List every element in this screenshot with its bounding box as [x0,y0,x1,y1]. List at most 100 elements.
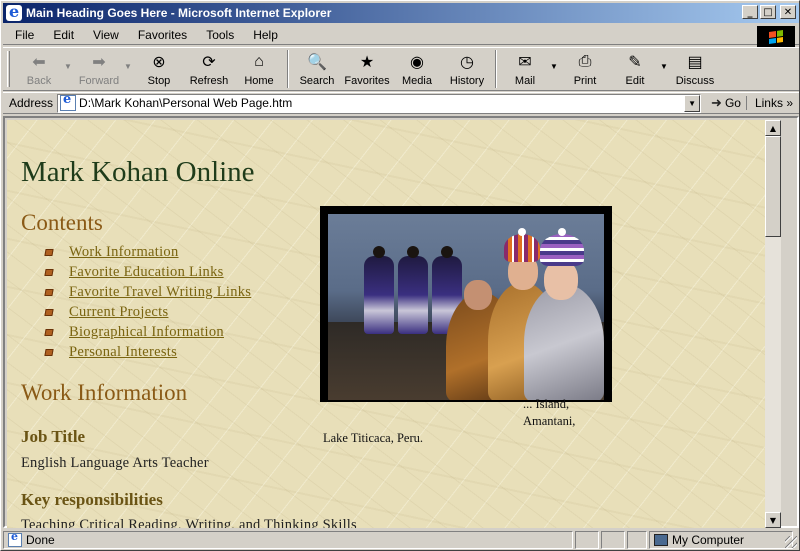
job-title-text: English Language Arts Teacher [21,455,209,471]
toolbar-separator [495,50,497,88]
title-bar: Main Heading Goes Here - Microsoft Inter… [3,2,799,23]
knit-hat [540,228,584,266]
stop-label: Stop [147,75,171,87]
mail-dropdown-icon[interactable]: ▼ [550,48,560,90]
menu-favorites[interactable]: Favorites [126,28,194,42]
scroll-up-icon[interactable]: ▲ [765,120,781,136]
home-button[interactable]: ⌂ Home [234,48,284,90]
dancer-figure [364,246,394,334]
work-information-heading: Work Information [21,380,188,405]
address-bar: Address D:\Mark Kohan\Personal Web Page.… [3,92,799,114]
page-title: Mark Kohan Online [21,156,255,188]
edit-dropdown-icon[interactable]: ▼ [660,48,670,90]
mail-icon: ✉ [518,54,532,71]
status-panel [601,531,625,549]
key-responsibilities-heading: Key responsibilities [21,490,163,509]
search-button[interactable]: 🔍 Search [292,48,342,90]
back-button[interactable]: ⬅ Back [14,48,64,90]
standard-toolbar: ⬅ Back ▼ ➡ Forward ▼ ⊗ Stop ⟳ Refresh ⌂ … [3,47,799,91]
stop-button[interactable]: ⊗ Stop [134,48,184,90]
toc-item: Current Projects [44,302,251,322]
edit-icon: ✎ [628,54,642,71]
toc-link-education-links[interactable]: Favorite Education Links [69,264,224,281]
stop-icon: ⊗ [152,54,166,71]
toc-item: Favorite Travel Writing Links [44,282,251,302]
zone-text: My Computer [672,533,745,547]
toolbar-grip[interactable] [7,51,10,87]
discuss-label: Discuss [675,75,715,87]
media-button[interactable]: ◉ Media [392,48,442,90]
print-button[interactable]: ⎙ Print [560,48,610,90]
go-arrow-icon: ➜ [711,95,722,110]
status-panel [575,531,599,549]
refresh-icon: ⟳ [202,54,216,71]
caption-line-2: Lake Titicaca, Peru. [323,431,423,445]
caption-line-1: ... Island, Amantani, [523,397,576,428]
refresh-label: Refresh [189,75,229,87]
menu-edit[interactable]: Edit [41,28,81,42]
address-url[interactable]: D:\Mark Kohan\Personal Web Page.htm [79,96,700,110]
content-area: Mark Kohan Online Contents Work Informat… [3,116,799,528]
forward-button[interactable]: ➡ Forward [74,48,124,90]
page-done-icon [8,530,22,547]
menu-tools[interactable]: Tools [194,28,241,42]
discuss-button[interactable]: ▤ Discuss [670,48,720,90]
toc-link-current-projects[interactable]: Current Projects [69,304,168,321]
menu-bar: File Edit View Favorites Tools Help [3,25,799,45]
favorites-button[interactable]: ★ Favorites [342,48,392,90]
windows-logo-icon [757,26,795,48]
window-title: Main Heading Goes Here - Microsoft Inter… [26,6,332,20]
go-label: Go [724,96,741,110]
security-zone: My Computer [649,531,793,549]
window-controls: _ □ ✕ [742,5,796,19]
toc-link-work-information[interactable]: Work Information [69,244,179,261]
media-icon: ◉ [410,54,424,71]
go-button[interactable]: ➜ Go [711,95,741,111]
forward-dropdown-icon[interactable]: ▼ [124,48,134,90]
bullet-icon [44,308,54,316]
maximize-button[interactable]: □ [760,5,776,19]
contents-heading: Contents [21,210,103,235]
toolbar-separator [287,50,289,88]
photo-caption: ... Island, Amantani, Lake Titicaca, Per… [323,396,623,447]
refresh-button[interactable]: ⟳ Refresh [184,48,234,90]
menu-file[interactable]: File [3,28,41,42]
address-input[interactable]: D:\Mark Kohan\Personal Web Page.htm ▼ [57,92,702,113]
job-title-heading: Job Title [21,427,86,446]
dancer-figure [398,246,428,334]
toc-item: Favorite Education Links [44,262,251,282]
toc-link-biographical-information[interactable]: Biographical Information [69,324,224,341]
forward-label: Forward [78,75,120,87]
toc-link-travel-writing-links[interactable]: Favorite Travel Writing Links [69,284,251,301]
scrollbar-thumb[interactable] [765,136,781,237]
links-button[interactable]: Links » [745,96,793,110]
address-dropdown-icon[interactable]: ▼ [684,94,701,112]
address-label: Address [9,96,54,110]
back-arrow-icon: ⬅ [32,54,46,71]
edit-button[interactable]: ✎ Edit [610,48,660,90]
vertical-scrollbar[interactable]: ▲ ▼ [765,120,781,528]
table-of-contents: Work Information Favorite Education Link… [44,242,251,362]
mail-button[interactable]: ✉ Mail [500,48,550,90]
photo-frame [320,206,612,402]
home-label: Home [244,75,274,87]
history-button[interactable]: ◷ History [442,48,492,90]
menu-view[interactable]: View [81,28,126,42]
minimize-button[interactable]: _ [742,5,758,19]
history-label: History [449,75,485,87]
resize-grip-icon[interactable] [785,536,797,548]
toc-item: Work Information [44,242,251,262]
close-button[interactable]: ✕ [780,5,796,19]
links-label: Links [754,96,783,110]
menu-help[interactable]: Help [241,28,285,42]
toc-link-personal-interests[interactable]: Personal Interests [69,344,177,361]
history-icon: ◷ [460,54,474,71]
back-dropdown-icon[interactable]: ▼ [64,48,74,90]
web-page: Mark Kohan Online Contents Work Informat… [7,120,781,528]
print-icon: ⎙ [578,53,592,70]
bullet-icon [44,268,54,276]
scroll-down-icon[interactable]: ▼ [765,512,781,528]
page-icon [60,92,77,111]
status-panel [627,531,647,549]
toc-item: Biographical Information [44,322,251,342]
